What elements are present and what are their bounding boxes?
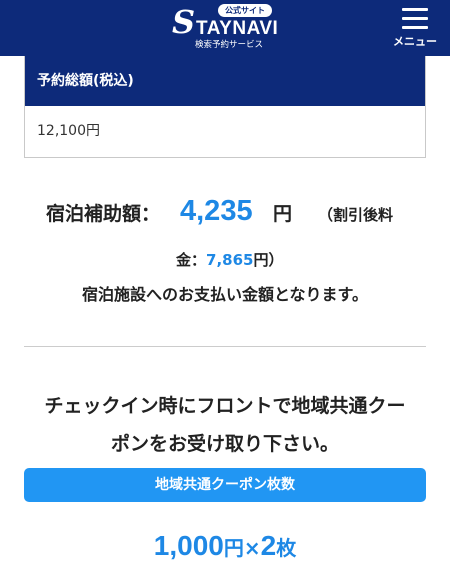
payment-note: 宿泊施設へのお支払い金額となります。: [82, 285, 368, 304]
coupon-count-value: 1,000円×2枚: [0, 526, 450, 570]
menu-button[interactable]: メニュー: [390, 4, 440, 52]
subsidy-label: 宿泊補助額：: [46, 203, 161, 225]
staynavi-logo[interactable]: 公式サイト S TAYNAVI 検索予約サービス: [170, 4, 280, 52]
menu-label: メニュー: [393, 35, 437, 48]
discounted-price-line: 金：7,865円）: [176, 248, 283, 272]
coupon-unit-yen: 円×: [223, 536, 261, 560]
discounted-price-open: （割引後料: [318, 206, 394, 224]
discounted-price-close: 円）: [253, 251, 284, 269]
brand-initial: S: [172, 3, 196, 41]
coupon-instruction-line-2: ポンをお受け取り下さい。: [110, 433, 339, 455]
subsidy-amount: 4,235: [180, 195, 253, 227]
discounted-price-amount: 7,865: [206, 251, 254, 269]
coupon-quantity: 2: [260, 530, 277, 561]
site-header: 公式サイト S TAYNAVI 検索予約サービス メニュー: [0, 0, 450, 56]
coupon-instruction-line-1: チェックイン時にフロントで地域共通クー: [44, 395, 406, 417]
section-divider: [24, 346, 426, 347]
subsidy-amount-line: 宿泊補助額： 4,235 円 （割引後料: [0, 193, 450, 233]
coupon-count-heading: 地域共通クーポン枚数: [24, 468, 426, 502]
coupon-quantity-unit: 枚: [276, 536, 297, 560]
brand-name: TAYNAVI: [196, 18, 279, 39]
subsidy-unit: 円: [273, 203, 293, 225]
price-table: 予約総額(税込) 12,100円: [24, 56, 426, 158]
hamburger-icon: [402, 8, 428, 30]
coupon-instruction: チェックイン時にフロントで地域共通クー ポンをお受け取り下さい。: [20, 387, 430, 463]
price-table-header: 予約総額(税込): [25, 56, 425, 106]
brand-subtitle: 検索予約サービス: [194, 40, 263, 50]
discounted-price-label: 金：: [176, 251, 207, 269]
price-table-value: 12,100円: [37, 123, 100, 139]
official-site-badge: 公式サイト: [218, 4, 272, 17]
coupon-unit-amount: 1,000: [153, 530, 224, 561]
